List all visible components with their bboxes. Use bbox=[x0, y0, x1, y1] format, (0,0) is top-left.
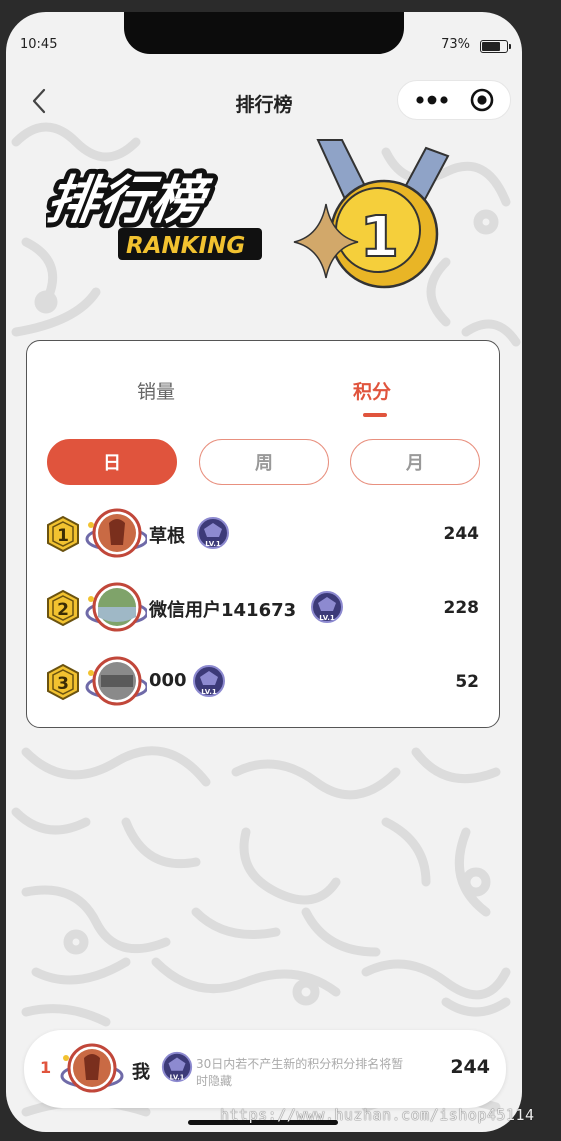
user-name: 000 bbox=[149, 670, 187, 691]
level-label: LV.1 bbox=[205, 540, 221, 548]
level-badge-icon: LV.1 bbox=[193, 665, 225, 697]
mini-program-capsule bbox=[397, 80, 511, 120]
active-tab-indicator bbox=[363, 413, 387, 417]
status-time: 10:45 bbox=[20, 37, 58, 52]
user-score: 244 bbox=[443, 524, 480, 544]
hero-title: 排行榜 bbox=[46, 171, 215, 231]
ranking-row[interactable]: 3 000 LV.1 52 bbox=[27, 651, 499, 711]
period-day-button[interactable]: 日 bbox=[47, 439, 177, 485]
camera-notch bbox=[124, 12, 404, 54]
ranking-hidden-notice: 30日内若不产生新的积分积分排名将暂时隐藏 bbox=[196, 1057, 404, 1088]
level-label: LV.1 bbox=[170, 1073, 185, 1081]
tab-points[interactable]: 积分 bbox=[353, 377, 391, 404]
rank-hexagon-icon: 3 bbox=[47, 663, 79, 701]
my-score: 244 bbox=[450, 1056, 490, 1078]
gold-medal-icon: 1 bbox=[293, 139, 450, 289]
level-label: LV.1 bbox=[319, 614, 335, 622]
ranking-card: 销量 积分 日 周 月 1 草根 LV.1 244 2 微信用户141673 L… bbox=[26, 340, 500, 728]
my-rank-bar: 1 我 LV.1 30日内若不产生新的积分积分排名将暂时隐藏 244 bbox=[24, 1030, 506, 1108]
level-badge-icon: LV.1 bbox=[311, 591, 343, 623]
close-target-icon[interactable] bbox=[462, 81, 502, 119]
hero-subtitle: RANKING bbox=[126, 233, 245, 259]
avatar[interactable] bbox=[83, 505, 147, 563]
avatar[interactable] bbox=[83, 579, 147, 637]
my-name: 我 bbox=[132, 1062, 150, 1083]
ranking-row[interactable]: 1 草根 LV.1 244 bbox=[27, 503, 499, 563]
ranking-hero-banner: 排行榜 排行榜 RANKING 1 bbox=[46, 139, 450, 289]
period-week-button[interactable]: 周 bbox=[199, 439, 329, 485]
user-score: 52 bbox=[455, 672, 479, 692]
period-month-button[interactable]: 月 bbox=[350, 439, 480, 485]
user-name: 草根 bbox=[149, 526, 185, 547]
watermark: https://www.huzhan.com/ishop45114 bbox=[220, 1106, 535, 1124]
level-label: LV.1 bbox=[201, 688, 217, 696]
rank-hexagon-icon: 1 bbox=[47, 515, 79, 553]
rank-number: 3 bbox=[57, 674, 69, 694]
rank-number: 1 bbox=[57, 526, 69, 546]
my-avatar[interactable] bbox=[58, 1040, 124, 1098]
medal-number: 1 bbox=[360, 205, 399, 270]
more-dots-icon[interactable] bbox=[412, 81, 452, 119]
my-rank-number: 1 bbox=[40, 1058, 52, 1077]
battery-icon bbox=[480, 40, 511, 53]
level-badge-icon: LV.1 bbox=[197, 517, 229, 549]
rank-hexagon-icon: 2 bbox=[47, 589, 79, 627]
ranking-row[interactable]: 2 微信用户141673 LV.1 228 bbox=[27, 577, 499, 637]
phone-screen: 10:45 73% 排行榜 排行榜 排行榜 RANKING 1 销量 积分 日 … bbox=[6, 12, 522, 1132]
user-name: 微信用户141673 bbox=[149, 600, 297, 621]
rank-number: 2 bbox=[57, 600, 69, 620]
battery-percent: 73% bbox=[441, 37, 470, 52]
user-score: 228 bbox=[443, 598, 480, 618]
tab-sales[interactable]: 销量 bbox=[137, 377, 175, 404]
avatar[interactable] bbox=[83, 653, 147, 711]
status-bar: 10:45 73% bbox=[6, 12, 522, 56]
level-badge-icon: LV.1 bbox=[161, 1051, 193, 1083]
